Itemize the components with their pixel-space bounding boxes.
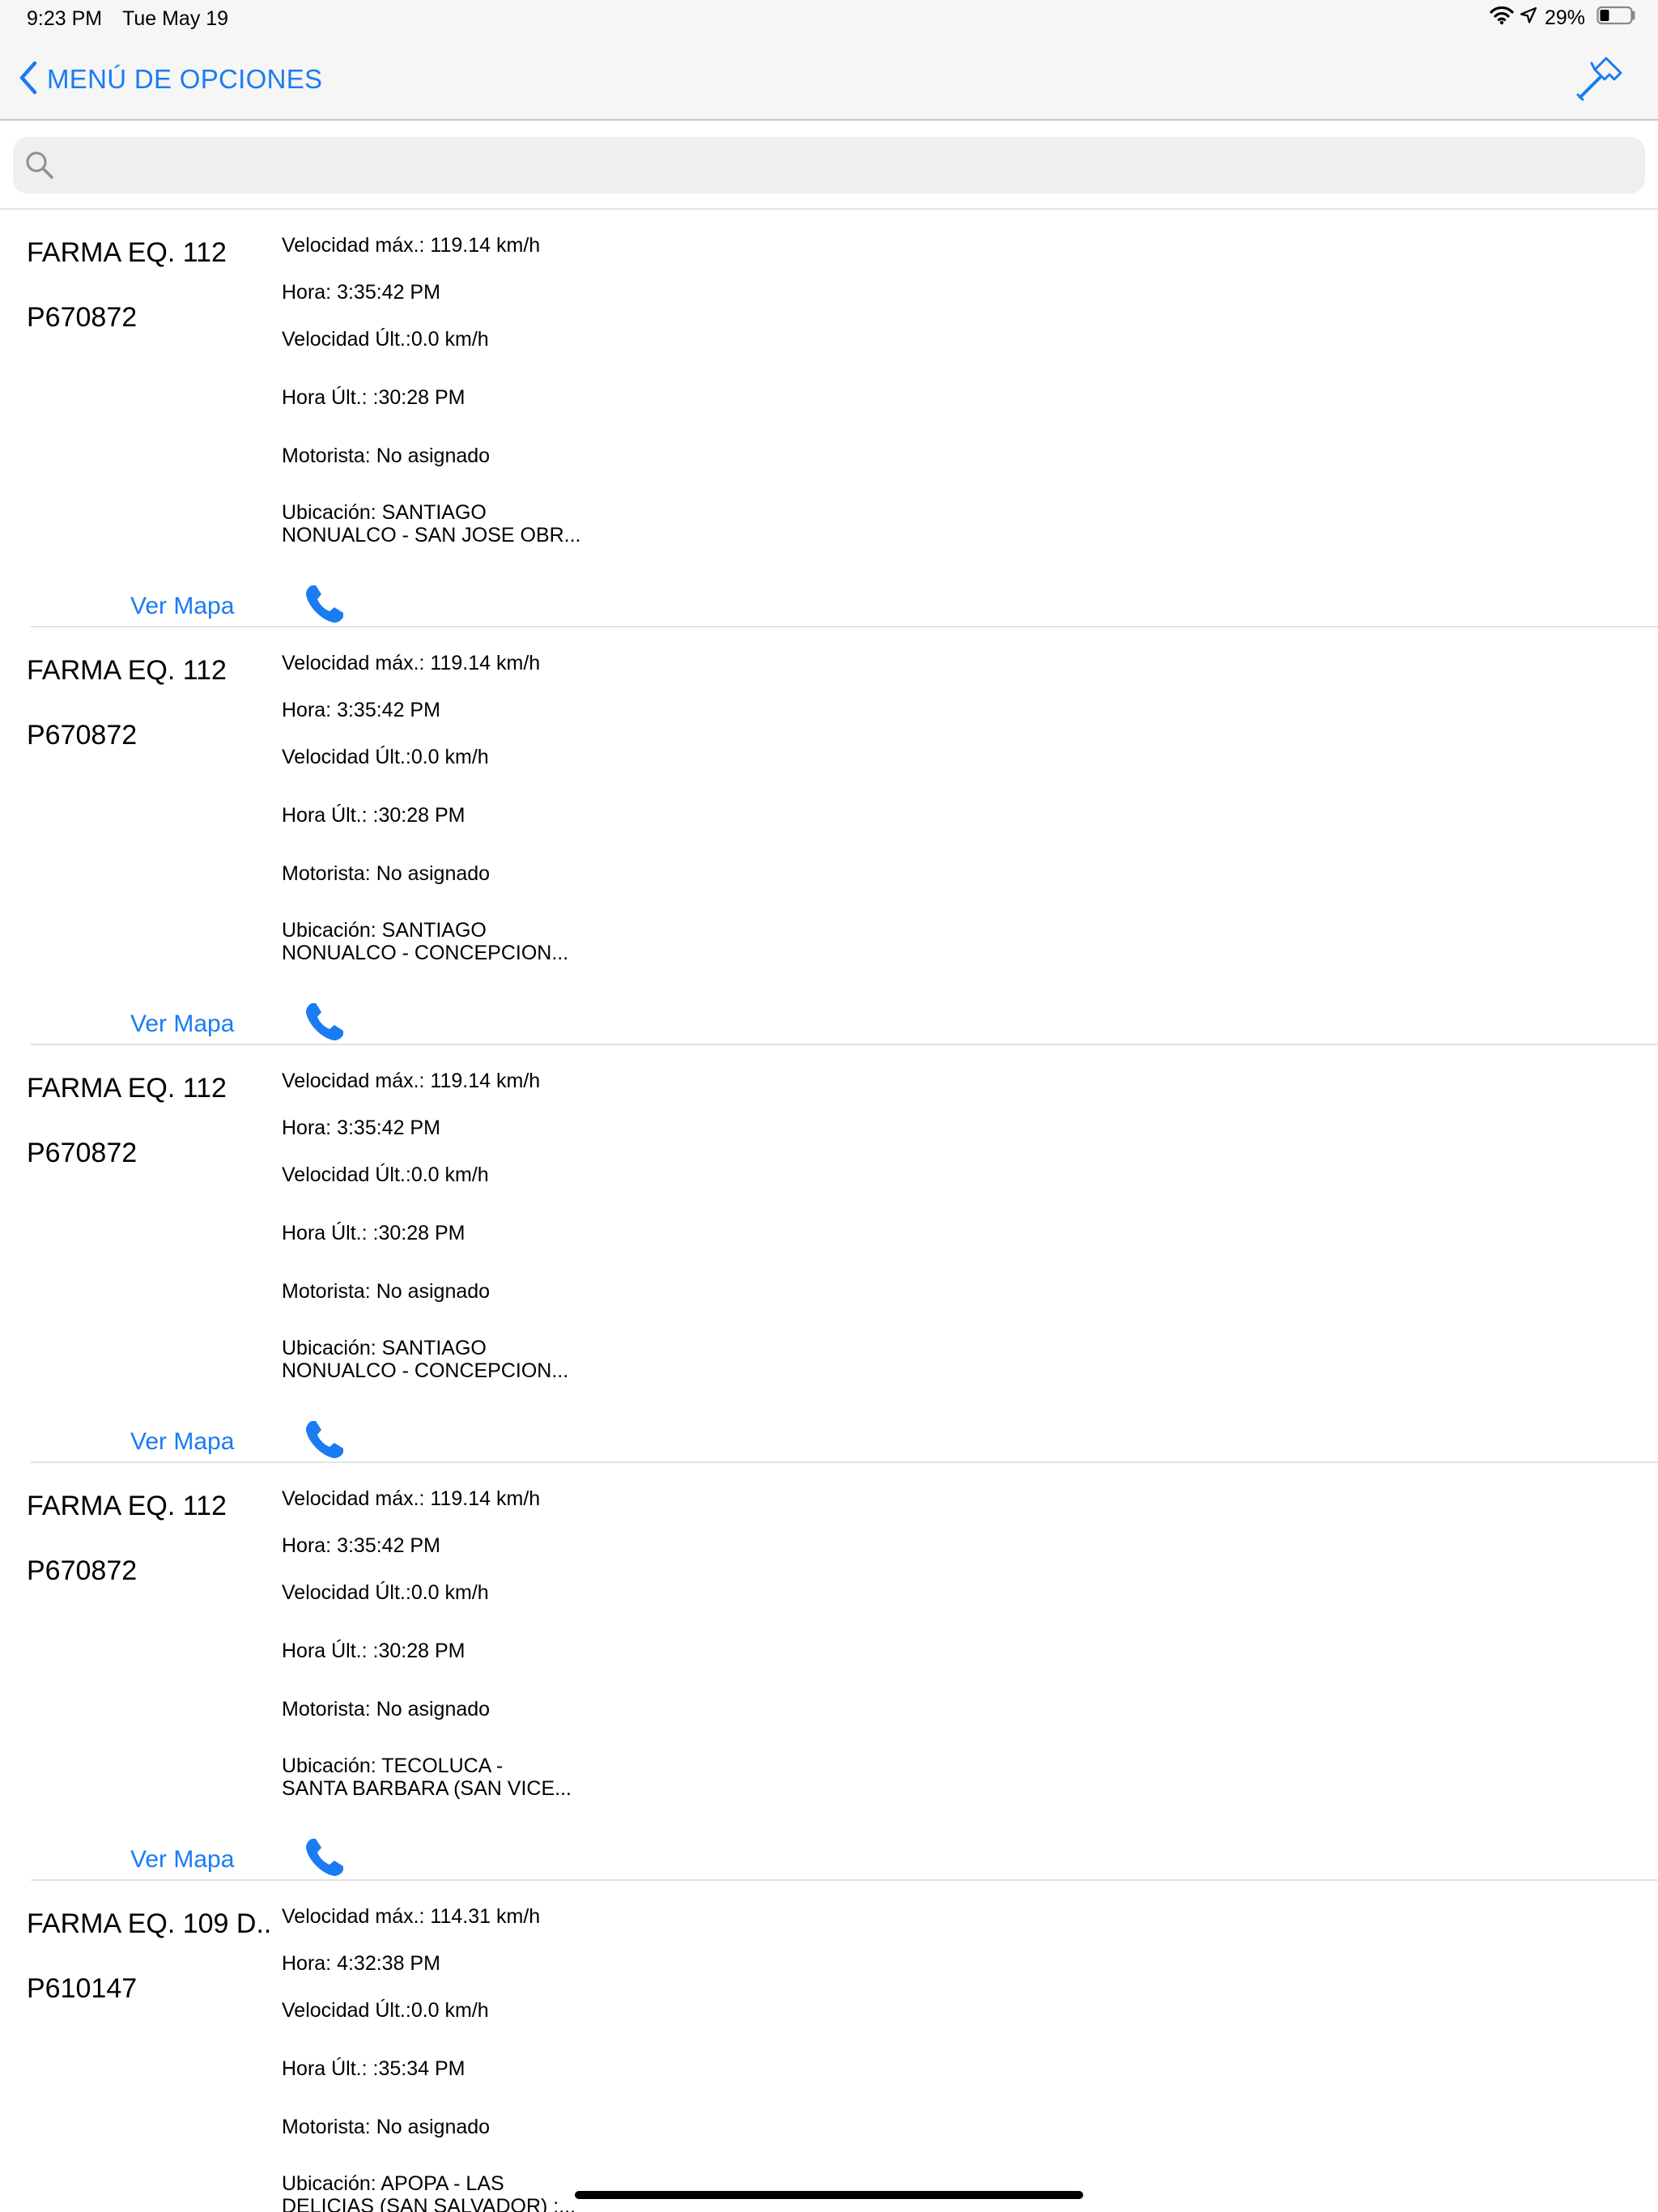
time: Hora: 4:32:38 PM bbox=[282, 1952, 440, 1975]
status-date: Tue May 19 bbox=[122, 7, 229, 30]
wifi-icon bbox=[1490, 6, 1514, 31]
last-speed: Velocidad Últ.:0.0 km/h bbox=[282, 746, 489, 768]
vehicle-plate: P670872 bbox=[27, 720, 138, 751]
call-button[interactable] bbox=[303, 1836, 346, 1879]
last-time: Hora Últ.: :30:28 PM bbox=[282, 804, 466, 827]
navigation-bar: MENÚ DE OPCIONES bbox=[0, 39, 1658, 121]
location-line-1: Ubicación: APOPA - LAS bbox=[282, 2172, 504, 2195]
vehicle-name: FARMA EQ. 112 bbox=[27, 1073, 227, 1104]
max-speed: Velocidad máx.: 119.14 km/h bbox=[282, 1487, 541, 1510]
status-bar: 9:23 PM Tue May 19 29% bbox=[0, 0, 1658, 39]
time: Hora: 3:35:42 PM bbox=[282, 1117, 440, 1139]
location: Ubicación: SANTIAGO NONUALCO - SAN JOSE … bbox=[282, 501, 581, 547]
search-field[interactable] bbox=[13, 137, 1645, 195]
last-speed: Velocidad Últ.:0.0 km/h bbox=[282, 1581, 489, 1604]
time: Hora: 3:35:42 PM bbox=[282, 699, 440, 721]
location: Ubicación: SANTIAGO NONUALCO - CONCEPCIO… bbox=[282, 1337, 581, 1382]
vehicle-name: FARMA EQ. 112 bbox=[27, 237, 227, 268]
location-line-2: NONUALCO - CONCEPCION... bbox=[282, 942, 569, 964]
location: Ubicación: SANTIAGO NONUALCO - CONCEPCIO… bbox=[282, 919, 581, 964]
view-map-link[interactable]: Ver Mapa bbox=[130, 1846, 234, 1874]
battery-percentage: 29% bbox=[1544, 6, 1585, 29]
last-time: Hora Últ.: :30:28 PM bbox=[282, 1222, 466, 1244]
location: Ubicación: TECOLUCA - SANTA BARBARA (SAN… bbox=[282, 1755, 581, 1800]
view-map-link[interactable]: Ver Mapa bbox=[130, 1428, 234, 1456]
last-speed: Velocidad Últ.:0.0 km/h bbox=[282, 1999, 489, 2022]
max-speed: Velocidad máx.: 119.14 km/h bbox=[282, 1070, 541, 1092]
vehicle-row: FARMA EQ. 112 P670872 Velocidad máx.: 11… bbox=[0, 210, 1658, 627]
view-map-link[interactable]: Ver Mapa bbox=[130, 593, 234, 620]
screen: 9:23 PM Tue May 19 29% MENÚ DE OPCIONES … bbox=[0, 0, 1658, 2212]
time: Hora: 3:35:42 PM bbox=[282, 281, 440, 304]
location: Ubicación: APOPA - LAS DELICIAS (SAN SAL… bbox=[282, 2172, 581, 2212]
location-line-2: DELICIAS (SAN SALVADOR) :... bbox=[282, 2195, 576, 2212]
driver: Motorista: No asignado bbox=[282, 445, 491, 467]
call-button[interactable] bbox=[303, 1418, 346, 1461]
last-time: Hora Últ.: :30:28 PM bbox=[282, 1640, 466, 1662]
location-line-1: Ubicación: TECOLUCA - bbox=[282, 1755, 504, 1777]
back-button-label: MENÚ DE OPCIONES bbox=[47, 64, 323, 94]
location-line-1: Ubicación: SANTIAGO bbox=[282, 501, 487, 524]
vehicle-name: FARMA EQ. 112 bbox=[27, 1491, 227, 1521]
status-time: 9:23 PM bbox=[27, 7, 103, 30]
location-line-1: Ubicación: SANTIAGO bbox=[282, 919, 487, 942]
hammer-button[interactable] bbox=[1575, 55, 1624, 104]
back-button[interactable]: MENÚ DE OPCIONES bbox=[18, 58, 322, 100]
driver: Motorista: No asignado bbox=[282, 862, 491, 885]
max-speed: Velocidad máx.: 114.31 km/h bbox=[282, 1905, 541, 1928]
battery-icon bbox=[1596, 6, 1637, 31]
view-map-link[interactable]: Ver Mapa bbox=[130, 1010, 234, 1038]
call-button[interactable] bbox=[303, 582, 346, 626]
last-speed: Velocidad Últ.:0.0 km/h bbox=[282, 328, 489, 351]
hammer-icon bbox=[1575, 57, 1624, 107]
driver: Motorista: No asignado bbox=[282, 1698, 491, 1721]
search-input[interactable] bbox=[63, 137, 1629, 195]
last-time: Hora Últ.: :30:28 PM bbox=[282, 386, 466, 409]
home-indicator[interactable] bbox=[575, 2191, 1083, 2199]
search-area bbox=[0, 121, 1658, 208]
search-icon bbox=[24, 150, 55, 181]
last-speed: Velocidad Últ.:0.0 km/h bbox=[282, 1163, 489, 1186]
status-indicators: 29% bbox=[1485, 6, 1637, 31]
max-speed: Velocidad máx.: 119.14 km/h bbox=[282, 234, 541, 257]
location-line-2: NONUALCO - SAN JOSE OBR... bbox=[282, 524, 581, 547]
vehicle-row: FARMA EQ. 112 P670872 Velocidad máx.: 11… bbox=[0, 1045, 1658, 1463]
vehicle-plate: P670872 bbox=[27, 1555, 138, 1586]
time: Hora: 3:35:42 PM bbox=[282, 1534, 440, 1557]
location-line-2: SANTA BARBARA (SAN VICE... bbox=[282, 1777, 572, 1800]
vehicle-row: FARMA EQ. 112 P670872 Velocidad máx.: 11… bbox=[0, 1463, 1658, 1881]
location-line-2: NONUALCO - CONCEPCION... bbox=[282, 1359, 569, 1382]
vehicle-plate: P670872 bbox=[27, 1138, 138, 1168]
vehicle-plate: P670872 bbox=[27, 302, 138, 333]
call-button[interactable] bbox=[303, 1000, 346, 1044]
vehicle-name: FARMA EQ. 109 D... bbox=[27, 1908, 270, 1939]
vehicle-row: FARMA EQ. 112 P670872 Velocidad máx.: 11… bbox=[0, 627, 1658, 1045]
last-time: Hora Últ.: :35:34 PM bbox=[282, 2057, 466, 2080]
chevron-left-icon bbox=[18, 60, 39, 100]
location-line-1: Ubicación: SANTIAGO bbox=[282, 1337, 487, 1359]
driver: Motorista: No asignado bbox=[282, 1280, 491, 1303]
location-arrow-icon bbox=[1519, 6, 1538, 31]
vehicle-name: FARMA EQ. 112 bbox=[27, 655, 227, 686]
vehicle-list: FARMA EQ. 112 P670872 Velocidad máx.: 11… bbox=[0, 210, 1658, 2212]
vehicle-plate: P610147 bbox=[27, 1973, 138, 2004]
driver: Motorista: No asignado bbox=[282, 2116, 491, 2138]
max-speed: Velocidad máx.: 119.14 km/h bbox=[282, 652, 541, 674]
vehicle-row: FARMA EQ. 109 D... P610147 Velocidad máx… bbox=[0, 1881, 1658, 2212]
